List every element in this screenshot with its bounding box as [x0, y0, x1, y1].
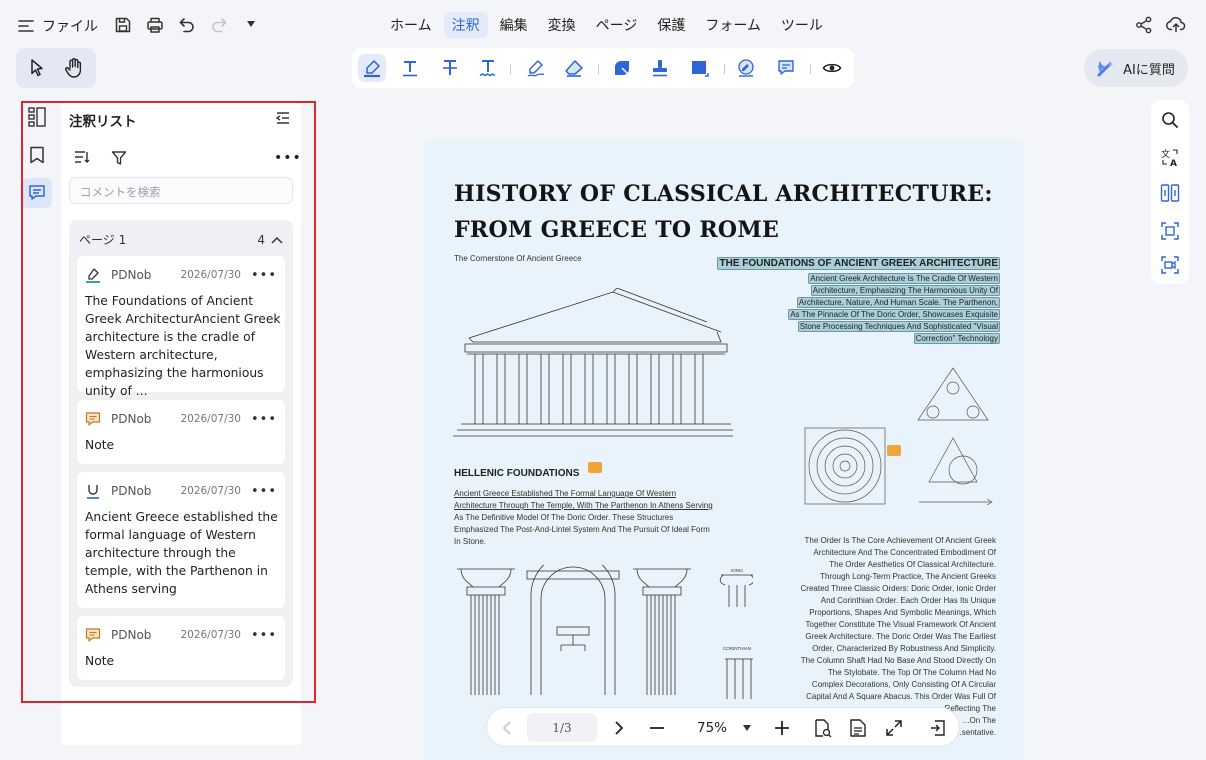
corinthian-label: CORINTHIAN [723, 646, 751, 651]
toolbar-divider [810, 64, 811, 74]
svg-text:文: 文 [1161, 148, 1170, 160]
tab-convert[interactable]: 変換 [540, 12, 584, 38]
exit-view-icon[interactable] [927, 708, 949, 748]
file-menu-label: ファイル [42, 19, 98, 35]
toolbar-divider [510, 64, 511, 74]
undo-icon[interactable] [178, 16, 196, 34]
tab-page[interactable]: ページ [588, 12, 646, 38]
pointer-mode-group [16, 48, 96, 88]
shape-tool-icon[interactable] [608, 54, 636, 82]
highlighted-lines: Ancient Greek Architecture Is The Cradle… [788, 273, 1000, 344]
tab-edit[interactable]: 編集 [492, 12, 536, 38]
previous-page-icon[interactable] [497, 708, 517, 748]
highlight-tool-icon[interactable] [358, 54, 386, 82]
save-icon[interactable] [114, 16, 132, 34]
focus-highlight-frame [21, 101, 316, 703]
tab-home[interactable]: ホーム [382, 12, 440, 38]
columns-illustration [457, 565, 753, 699]
fit-page-icon[interactable] [811, 708, 833, 748]
menu-bar: ファイル ホーム 注釈 編集 変換 ページ 保護 フォーム ツール [0, 0, 1206, 50]
file-menu-button[interactable]: ファイル [18, 14, 98, 38]
annotation-toolbar [352, 48, 854, 88]
zoom-in-icon[interactable] [772, 708, 792, 748]
right-tools-rail: 文A [1151, 100, 1189, 284]
share-icon[interactable] [1135, 16, 1153, 34]
next-page-icon[interactable] [609, 708, 629, 748]
hand-tool-icon[interactable] [64, 57, 84, 79]
area-tool-icon[interactable] [686, 54, 714, 82]
zoom-dropdown-icon[interactable] [741, 708, 753, 748]
search-icon[interactable] [1159, 109, 1181, 131]
select-cursor-icon[interactable] [28, 58, 46, 78]
ai-sparkle-icon [1097, 59, 1115, 77]
strikethrough-tool-icon[interactable] [436, 54, 464, 82]
print-icon[interactable] [146, 16, 164, 34]
cloud-upload-icon[interactable] [1166, 15, 1186, 33]
highlighted-annotation[interactable]: THE FOUNDATIONS OF ANCIENT GREEK ARCHITE… [710, 257, 1000, 345]
svg-text:A: A [1170, 159, 1177, 168]
note-marker-icon[interactable] [588, 462, 602, 473]
document-page[interactable]: HISTORY OF CLASSICAL ARCHITECTURE: FROM … [425, 140, 1023, 760]
zoom-level[interactable]: 75% [687, 708, 737, 748]
note-marker-icon[interactable] [887, 445, 901, 456]
eye-icon[interactable] [818, 54, 846, 82]
pen-tool-icon[interactable] [522, 54, 550, 82]
redo-icon[interactable] [210, 16, 228, 34]
temple-illustration [453, 288, 733, 437]
page-indicator-input[interactable]: 1/3 [527, 713, 597, 742]
ocr-crop-icon[interactable] [1159, 220, 1181, 242]
stamp-tool-icon[interactable] [646, 54, 674, 82]
tab-protect[interactable]: 保護 [649, 12, 693, 38]
hamburger-icon [18, 19, 34, 33]
highlighted-heading: THE FOUNDATIONS OF ANCIENT GREEK ARCHITE… [717, 257, 1000, 270]
section-paragraph: Ancient Greece Established The Formal La… [454, 489, 713, 546]
single-page-view-icon[interactable] [847, 708, 869, 748]
compare-icon[interactable] [1159, 182, 1181, 204]
translate-icon[interactable]: 文A [1159, 147, 1181, 169]
document-title: HISTORY OF CLASSICAL ARCHITECTURE: FROM … [454, 176, 994, 248]
toolbar-divider [724, 64, 725, 74]
toolbar-divider [598, 64, 599, 74]
comment-tool-icon[interactable] [772, 54, 800, 82]
eraser-tool-icon[interactable] [560, 54, 588, 82]
main-tabs: ホーム 注釈 編集 変換 ページ 保護 フォーム ツール [380, 12, 833, 38]
document-subtitle: The Cornerstone Of Ancient Greece [454, 254, 582, 263]
signature-tool-icon[interactable] [732, 54, 760, 82]
tab-tools[interactable]: ツール [773, 12, 831, 38]
ionic-label: IONIC [731, 568, 744, 573]
screen-record-icon[interactable] [1159, 254, 1181, 276]
page-navigation-bar: 1/3 75% [486, 707, 960, 747]
quick-access-dropdown-icon[interactable] [246, 20, 256, 28]
geometry-diagrams [804, 367, 993, 506]
ai-ask-label: AIに質問 [1123, 62, 1175, 78]
document-title-line: HISTORY OF CLASSICAL ARCHITECTURE: [454, 181, 993, 207]
squiggly-tool-icon[interactable] [474, 54, 502, 82]
ai-ask-button[interactable]: AIに質問 [1084, 49, 1188, 87]
fullscreen-icon[interactable] [883, 708, 905, 748]
tab-form[interactable]: フォーム [697, 12, 769, 38]
tab-annotate[interactable]: 注釈 [443, 12, 488, 38]
zoom-out-icon[interactable] [647, 708, 667, 748]
section-heading: HELLENIC FOUNDATIONS [454, 468, 580, 479]
underline-text-tool-icon[interactable] [396, 54, 424, 82]
document-title-line: FROM GREECE TO ROME [454, 217, 780, 243]
